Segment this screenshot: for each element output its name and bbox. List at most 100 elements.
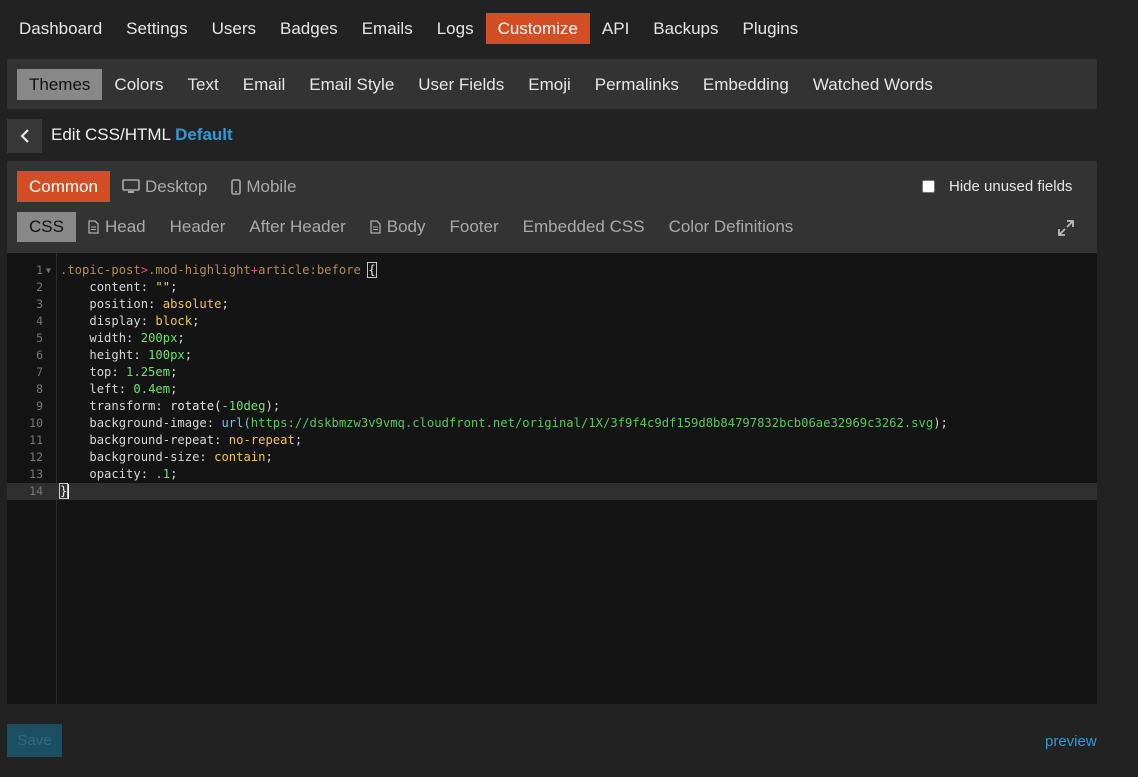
subnav-embedding[interactable]: Embedding (691, 69, 801, 100)
code-line: 13 opacity: .1; (7, 466, 1097, 483)
line-number: 13 (29, 467, 43, 481)
target-tabs: Common Desktop Mobile (17, 171, 308, 202)
subnav-email[interactable]: Email (231, 69, 298, 100)
save-button[interactable]: Save (7, 724, 62, 757)
tab-embedded-css[interactable]: Embedded CSS (511, 212, 657, 242)
admin-main-nav: Dashboard Settings Users Badges Emails L… (7, 13, 810, 44)
code-line: 9 transform: rotate(-10deg); (7, 398, 1097, 415)
code-token: 200px (140, 331, 178, 345)
subnav-colors[interactable]: Colors (102, 69, 175, 100)
tab-color-definitions[interactable]: Color Definitions (657, 212, 806, 242)
hide-unused-toggle: Hide unused fields (922, 178, 1072, 195)
code-token: no-repeat (228, 433, 295, 447)
tab-color-definitions-label: Color Definitions (668, 217, 794, 236)
subnav-text[interactable]: Text (176, 69, 231, 100)
code-token: width: (89, 331, 141, 345)
line-number: 8 (36, 382, 43, 396)
tab-css-label: CSS (29, 217, 64, 236)
code-line: 5 width: 200px; (7, 330, 1097, 347)
tab-embedded-css-label: Embedded CSS (522, 217, 645, 236)
nav-logs[interactable]: Logs (425, 13, 486, 44)
page-title-text: Edit CSS/HTML (51, 125, 171, 144)
code-line: 4 display: block; (7, 313, 1097, 330)
code-line: 2 content: ""; (7, 279, 1097, 296)
nav-customize[interactable]: Customize (485, 13, 590, 44)
code-token: article:before (258, 263, 361, 277)
code-line-current: 14 } (7, 483, 1097, 500)
tab-body[interactable]: Body (358, 212, 438, 242)
css-code-editor[interactable]: 1 ▼ .topic-post>.mod-highlight+article:b… (7, 253, 1097, 704)
tab-header[interactable]: Header (158, 212, 238, 242)
tab-footer[interactable]: Footer (438, 212, 511, 242)
code-token: display: (89, 314, 156, 328)
subnav-watched-words[interactable]: Watched Words (801, 69, 945, 100)
line-number: 2 (36, 280, 43, 294)
line-number: 5 (36, 331, 43, 345)
nav-emails[interactable]: Emails (350, 13, 425, 44)
code-token: top: (89, 365, 127, 379)
text-cursor (68, 484, 70, 499)
tab-common-label: Common (29, 177, 98, 196)
code-token: background-size: (89, 450, 215, 464)
line-number: 10 (29, 416, 43, 430)
tab-css[interactable]: CSS (17, 212, 76, 242)
customize-sub-nav: Themes Colors Text Email Email Style Use… (7, 59, 1097, 109)
code-line: 6 height: 100px; (7, 347, 1097, 364)
code-token: opacity: (89, 467, 156, 481)
code-token: .1 (155, 467, 171, 481)
nav-plugins[interactable]: Plugins (731, 13, 811, 44)
theme-name-link[interactable]: Default (175, 125, 233, 144)
subnav-email-style[interactable]: Email Style (297, 69, 406, 100)
code-token: position: (89, 297, 163, 311)
line-number: 12 (29, 450, 43, 464)
line-number: 7 (36, 365, 43, 379)
tab-desktop[interactable]: Desktop (110, 171, 219, 202)
expand-icon[interactable] (1057, 219, 1075, 237)
nav-settings[interactable]: Settings (114, 13, 199, 44)
code-line: 8 left: 0.4em; (7, 381, 1097, 398)
tab-footer-label: Footer (449, 217, 499, 236)
code-token: background-repeat: (89, 433, 229, 447)
editor-controls-panel: Common Desktop Mobile Hide unused fields… (7, 161, 1097, 253)
code-token: 0.4em (133, 382, 171, 396)
hide-unused-checkbox[interactable] (922, 180, 935, 193)
subnav-themes[interactable]: Themes (17, 68, 103, 100)
tab-mobile[interactable]: Mobile (219, 171, 308, 202)
nav-dashboard[interactable]: Dashboard (7, 13, 114, 44)
chevron-left-icon (19, 129, 29, 143)
tab-after-header[interactable]: After Header (237, 212, 357, 242)
back-button[interactable] (7, 119, 42, 153)
code-token: background-image: (89, 416, 222, 430)
code-token: 100px (148, 348, 185, 362)
page-title: Edit CSS/HTML Default (51, 125, 233, 145)
code-line: 7 top: 1.25em; (7, 364, 1097, 381)
tab-head[interactable]: Head (76, 212, 158, 242)
code-token: } (58, 483, 69, 499)
code-token: 1.25em (126, 365, 171, 379)
code-token: content: (89, 280, 156, 294)
line-number: 3 (36, 297, 43, 311)
nav-badges[interactable]: Badges (268, 13, 350, 44)
nav-api[interactable]: API (590, 13, 641, 44)
code-token: transform: (89, 399, 171, 413)
code-token: "" (155, 280, 171, 294)
tab-head-label: Head (104, 217, 146, 236)
mobile-icon (231, 178, 242, 195)
subnav-user-fields[interactable]: User Fields (406, 69, 516, 100)
preview-link[interactable]: preview (1045, 733, 1097, 750)
fold-arrow-icon[interactable]: ▼ (46, 262, 51, 279)
tab-common[interactable]: Common (17, 171, 110, 202)
code-token: left: (89, 382, 134, 396)
nav-backups[interactable]: Backups (641, 13, 730, 44)
code-line: 10 background-image: url(https://dskbmzw… (7, 415, 1097, 432)
subnav-permalinks[interactable]: Permalinks (583, 69, 691, 100)
tab-mobile-label: Mobile (246, 177, 297, 196)
line-number: 9 (36, 399, 43, 413)
line-number: 14 (29, 484, 43, 498)
subnav-emoji[interactable]: Emoji (516, 69, 583, 100)
nav-users[interactable]: Users (200, 13, 268, 44)
field-tabs: CSS Head Header After Header Body Footer… (17, 212, 805, 242)
code-line: 12 background-size: contain; (7, 449, 1097, 466)
code-token: url( (221, 416, 251, 430)
code-token: contain (214, 450, 266, 464)
